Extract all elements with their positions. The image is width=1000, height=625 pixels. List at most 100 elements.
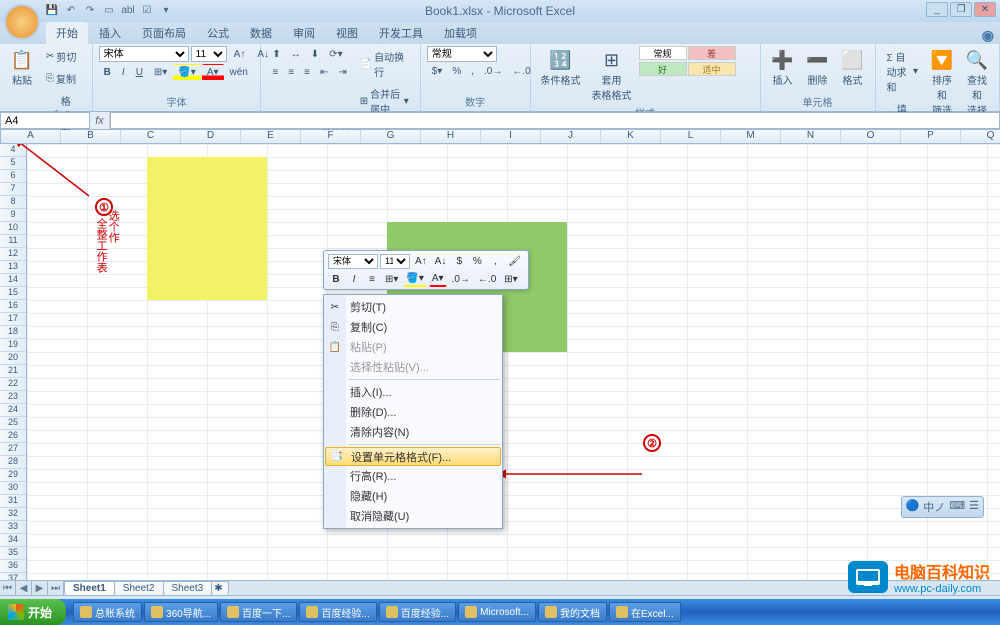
fx-icon[interactable]: fx [90,112,110,129]
row-header[interactable]: 10 [0,222,26,235]
qat-dropdown-icon[interactable]: ▾ [158,2,174,18]
row-header[interactable]: 29 [0,469,26,482]
style-normal[interactable]: 常规 [639,46,687,60]
column-header[interactable]: C [121,130,181,143]
column-header[interactable]: H [421,130,481,143]
prev-sheet-icon[interactable]: ◀ [16,581,32,595]
indent-dec-icon[interactable]: ⇤ [315,64,333,81]
minimize-button[interactable]: _ [926,2,948,17]
row-header[interactable]: 13 [0,261,26,274]
menu-delete[interactable]: 删除(D)... [324,402,502,422]
sheet-tab-3[interactable]: Sheet3 [163,581,213,595]
column-header[interactable]: I [481,130,541,143]
row-header[interactable]: 12 [0,248,26,261]
mini-fill-icon[interactable]: 🪣▾ [403,271,426,287]
tab-layout[interactable]: 页面布局 [132,22,196,44]
next-sheet-icon[interactable]: ▶ [32,581,48,595]
align-bottom-icon[interactable]: ⬇ [306,46,324,63]
column-header[interactable]: L [661,130,721,143]
keyboard-icon[interactable]: ⌨ [949,499,965,515]
qat-redo-icon[interactable]: ↷ [82,2,98,18]
yellow-filled-range[interactable] [147,157,267,300]
style-neutral[interactable]: 适中 [688,62,736,76]
row-header[interactable]: 17 [0,313,26,326]
column-header[interactable]: F [301,130,361,143]
sheet-tab-1[interactable]: Sheet1 [64,581,115,595]
percent-icon[interactable]: % [447,63,466,80]
align-middle-icon[interactable]: ↔ [286,46,306,63]
row-header[interactable]: 20 [0,352,26,365]
mini-size-select[interactable]: 11 [380,254,410,269]
tab-view[interactable]: 视图 [326,22,368,44]
row-header[interactable]: 37 [0,573,26,580]
row-header[interactable]: 32 [0,508,26,521]
taskbar-item[interactable]: Microsoft... [458,602,536,622]
tab-addin[interactable]: 加载项 [434,22,487,44]
conditional-format-button[interactable]: 🔢条件格式 [537,46,585,89]
align-center-icon[interactable]: ≡ [283,64,299,81]
row-header[interactable]: 21 [0,365,26,378]
insert-cells-button[interactable]: ➕插入 [767,46,799,89]
bold-button[interactable]: B [99,64,116,81]
font-color-button[interactable]: A▾ [202,64,224,81]
column-header[interactable]: O [841,130,901,143]
last-sheet-icon[interactable]: ⏭ [48,581,64,595]
taskbar-item[interactable]: 百度经验... [379,602,456,622]
wrap-text-button[interactable]: 📄 自动换行 [355,46,414,82]
column-header[interactable]: E [241,130,301,143]
row-header[interactable]: 26 [0,430,26,443]
sheet-tab-2[interactable]: Sheet2 [114,581,164,595]
taskbar-item[interactable]: 总账系统 [73,602,142,622]
font-family-select[interactable]: 宋体 [99,46,189,62]
align-right-icon[interactable]: ≡ [299,64,315,81]
restore-button[interactable]: ❐ [950,2,972,17]
menu-insert[interactable]: 插入(I)... [324,382,502,402]
mini-dec-icon[interactable]: .0→ [449,271,473,287]
column-header[interactable]: J [541,130,601,143]
style-bad[interactable]: 差 [688,46,736,60]
copy-button[interactable]: ⎘ 复制 [41,68,86,89]
qat-item[interactable]: ☑ [139,2,155,18]
menu-clear[interactable]: 清除内容(N) [324,422,502,442]
mini-dec2-icon[interactable]: ←.0 [475,271,499,287]
cut-button[interactable]: ✂ 剪切 [41,46,86,67]
new-sheet-button[interactable]: ✱ [211,581,229,595]
row-header[interactable]: 30 [0,482,26,495]
tab-formula[interactable]: 公式 [197,22,239,44]
formula-bar[interactable] [110,112,1000,129]
lang-icon[interactable]: 🔵 [906,499,920,515]
row-header[interactable]: 36 [0,560,26,573]
mini-painter-icon[interactable]: 🖌 [505,253,524,269]
row-header[interactable]: 19 [0,339,26,352]
tab-home[interactable]: 开始 [46,22,88,44]
menu-format-cells[interactable]: 📑设置单元格格式(F)... [325,447,501,466]
qat-undo-icon[interactable]: ↶ [63,2,79,18]
qat-item[interactable]: ▭ [101,2,117,18]
border-button[interactable]: ⊞▾ [149,64,172,81]
row-header[interactable]: 31 [0,495,26,508]
row-header[interactable]: 15 [0,287,26,300]
row-header[interactable]: 4 [0,144,26,157]
phonetic-button[interactable]: wén [225,64,253,81]
italic-button[interactable]: I [117,64,130,81]
column-header[interactable]: B [61,130,121,143]
autosum-button[interactable]: Σ 自动求和▾ [882,46,923,97]
column-header[interactable]: G [361,130,421,143]
sort-filter-button[interactable]: 🔽排序和 筛选 [926,46,958,119]
help-icon[interactable]: ◉ [982,27,994,44]
mini-border-icon[interactable]: ⊞▾ [382,271,401,287]
start-button[interactable]: 开始 [0,599,66,625]
row-header[interactable]: 7 [0,183,26,196]
menu-copy[interactable]: ⎘复制(C) [324,317,502,337]
menu-row-height[interactable]: 行高(R)... [324,466,502,486]
row-header[interactable]: 22 [0,378,26,391]
language-bar[interactable]: 🔵 中ノ ⌨ ☰ [901,496,984,518]
menu-unhide[interactable]: 取消隐藏(U) [324,506,502,526]
options-icon[interactable]: ☰ [969,499,979,515]
tab-dev[interactable]: 开发工具 [369,22,433,44]
cell-grid[interactable]: ① 选个作 全整工作表 宋体 11 A↑ A↓ $ % , 🖌 B I [27,144,1000,580]
row-header[interactable]: 34 [0,534,26,547]
menu-hide[interactable]: 隐藏(H) [324,486,502,506]
mini-bold-button[interactable]: B [328,271,344,287]
column-header[interactable]: Q [961,130,1000,143]
